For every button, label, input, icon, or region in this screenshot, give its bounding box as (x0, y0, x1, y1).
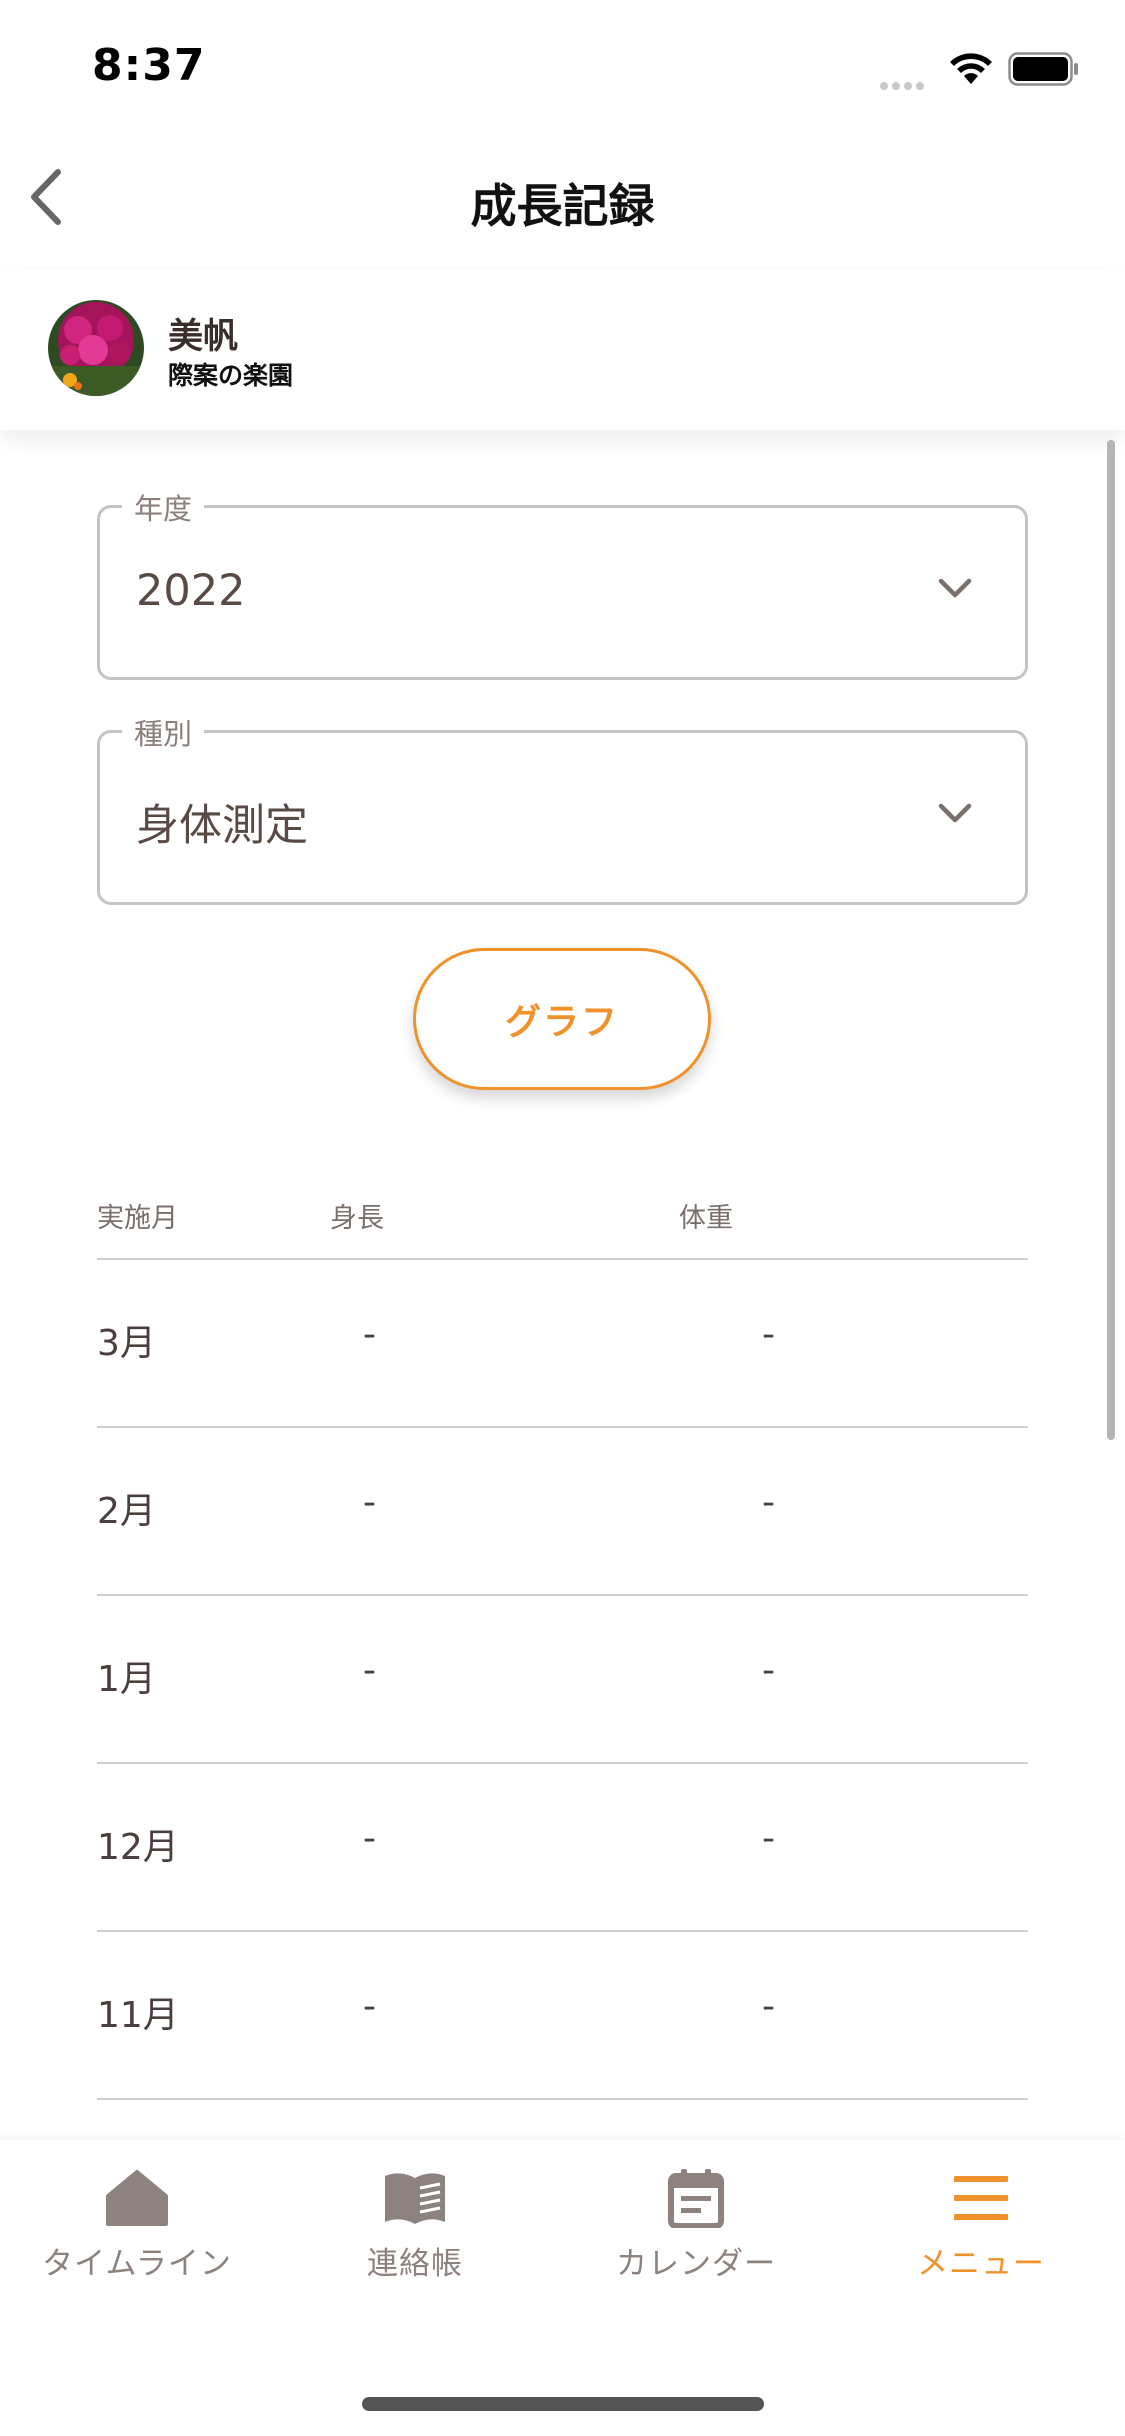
scrollbar[interactable] (1107, 440, 1115, 1440)
cell-height: - (363, 1986, 376, 2027)
tab-calendar[interactable]: カレンダー (566, 2168, 826, 2283)
cell-height: - (363, 1314, 376, 1355)
year-select-label: 年度 (122, 486, 205, 528)
type-select[interactable]: 種別 身体測定 (97, 711, 1028, 905)
cell-weight: - (762, 1482, 775, 1523)
table-row: 2月 - - (97, 1428, 1028, 1596)
table-row: 12月 - - (97, 1764, 1028, 1932)
year-select-value: 2022 (136, 566, 246, 616)
wifi-icon (950, 53, 992, 84)
table-row: 11月 - - (97, 1932, 1028, 2100)
status-bar: 8:37 (0, 0, 1125, 135)
child-header: 美帆 際案の楽園 (0, 270, 1125, 430)
school-name: 際案の楽園 (168, 361, 294, 390)
cell-weight: - (762, 1986, 775, 2027)
bottom-tab-bar: タイムライン 連絡帳 カレンダー メニュー (0, 2140, 1125, 2436)
home-icon (106, 2170, 168, 2226)
signal-icon (880, 75, 934, 90)
chevron-down-icon (938, 578, 972, 598)
tab-notebook[interactable]: 連絡帳 (285, 2168, 545, 2283)
cell-weight: - (762, 1314, 775, 1355)
growth-record-screen: 8:37 成長記録 美帆 際案の楽園 年度 2022 種別 身体測定 グラフ 実… (0, 0, 1125, 2436)
navigation-bar: 成長記録 (0, 150, 1125, 250)
cell-weight: - (762, 1650, 775, 1691)
battery-icon (1008, 52, 1078, 86)
cell-weight: - (762, 1818, 775, 1859)
menu-icon (954, 2176, 1008, 2220)
calendar-icon (668, 2169, 724, 2228)
book-icon (385, 2173, 445, 2224)
table-row: 1月 - - (97, 1596, 1028, 1764)
chevron-down-icon (938, 803, 972, 823)
growth-table: 実施月 身長 体重 3月 - - 2月 - - 1月 - - 12月 - - 1… (97, 1190, 1028, 2100)
home-indicator (362, 2397, 764, 2411)
cell-height: - (363, 1650, 376, 1691)
page-title: 成長記録 (470, 179, 655, 233)
tab-timeline[interactable]: タイムライン (7, 2168, 267, 2283)
content-area: 年度 2022 種別 身体測定 グラフ 実施月 身長 体重 3月 - - 2月 … (0, 430, 1125, 2140)
tab-notebook-label: 連絡帳 (367, 2246, 463, 2282)
table-row: 3月 - - (97, 1260, 1028, 1428)
type-select-label: 種別 (122, 711, 205, 753)
cell-height: - (363, 1818, 376, 1859)
graph-button[interactable]: グラフ (413, 948, 711, 1090)
year-select[interactable]: 年度 2022 (97, 486, 1028, 680)
tab-calendar-label: カレンダー (616, 2246, 776, 2282)
tab-timeline-label: タイムライン (42, 2246, 232, 2282)
cell-month: 11月 (97, 1995, 179, 2036)
cell-month: 3月 (97, 1323, 156, 1364)
status-time: 8:37 (92, 40, 206, 91)
cell-height: - (363, 1482, 376, 1523)
column-header-height: 身長 (330, 1203, 384, 1234)
column-header-weight: 体重 (679, 1203, 733, 1234)
cell-month: 1月 (97, 1659, 156, 1700)
avatar (48, 300, 144, 396)
tab-menu[interactable]: メニュー (851, 2168, 1111, 2283)
tab-menu-label: メニュー (917, 2246, 1045, 2282)
table-header: 実施月 身長 体重 (97, 1190, 1028, 1260)
column-header-month: 実施月 (97, 1203, 178, 1234)
cell-month: 12月 (97, 1827, 179, 1868)
type-select-value: 身体測定 (136, 801, 308, 851)
child-name: 美帆 (168, 317, 239, 357)
cell-month: 2月 (97, 1491, 156, 1532)
